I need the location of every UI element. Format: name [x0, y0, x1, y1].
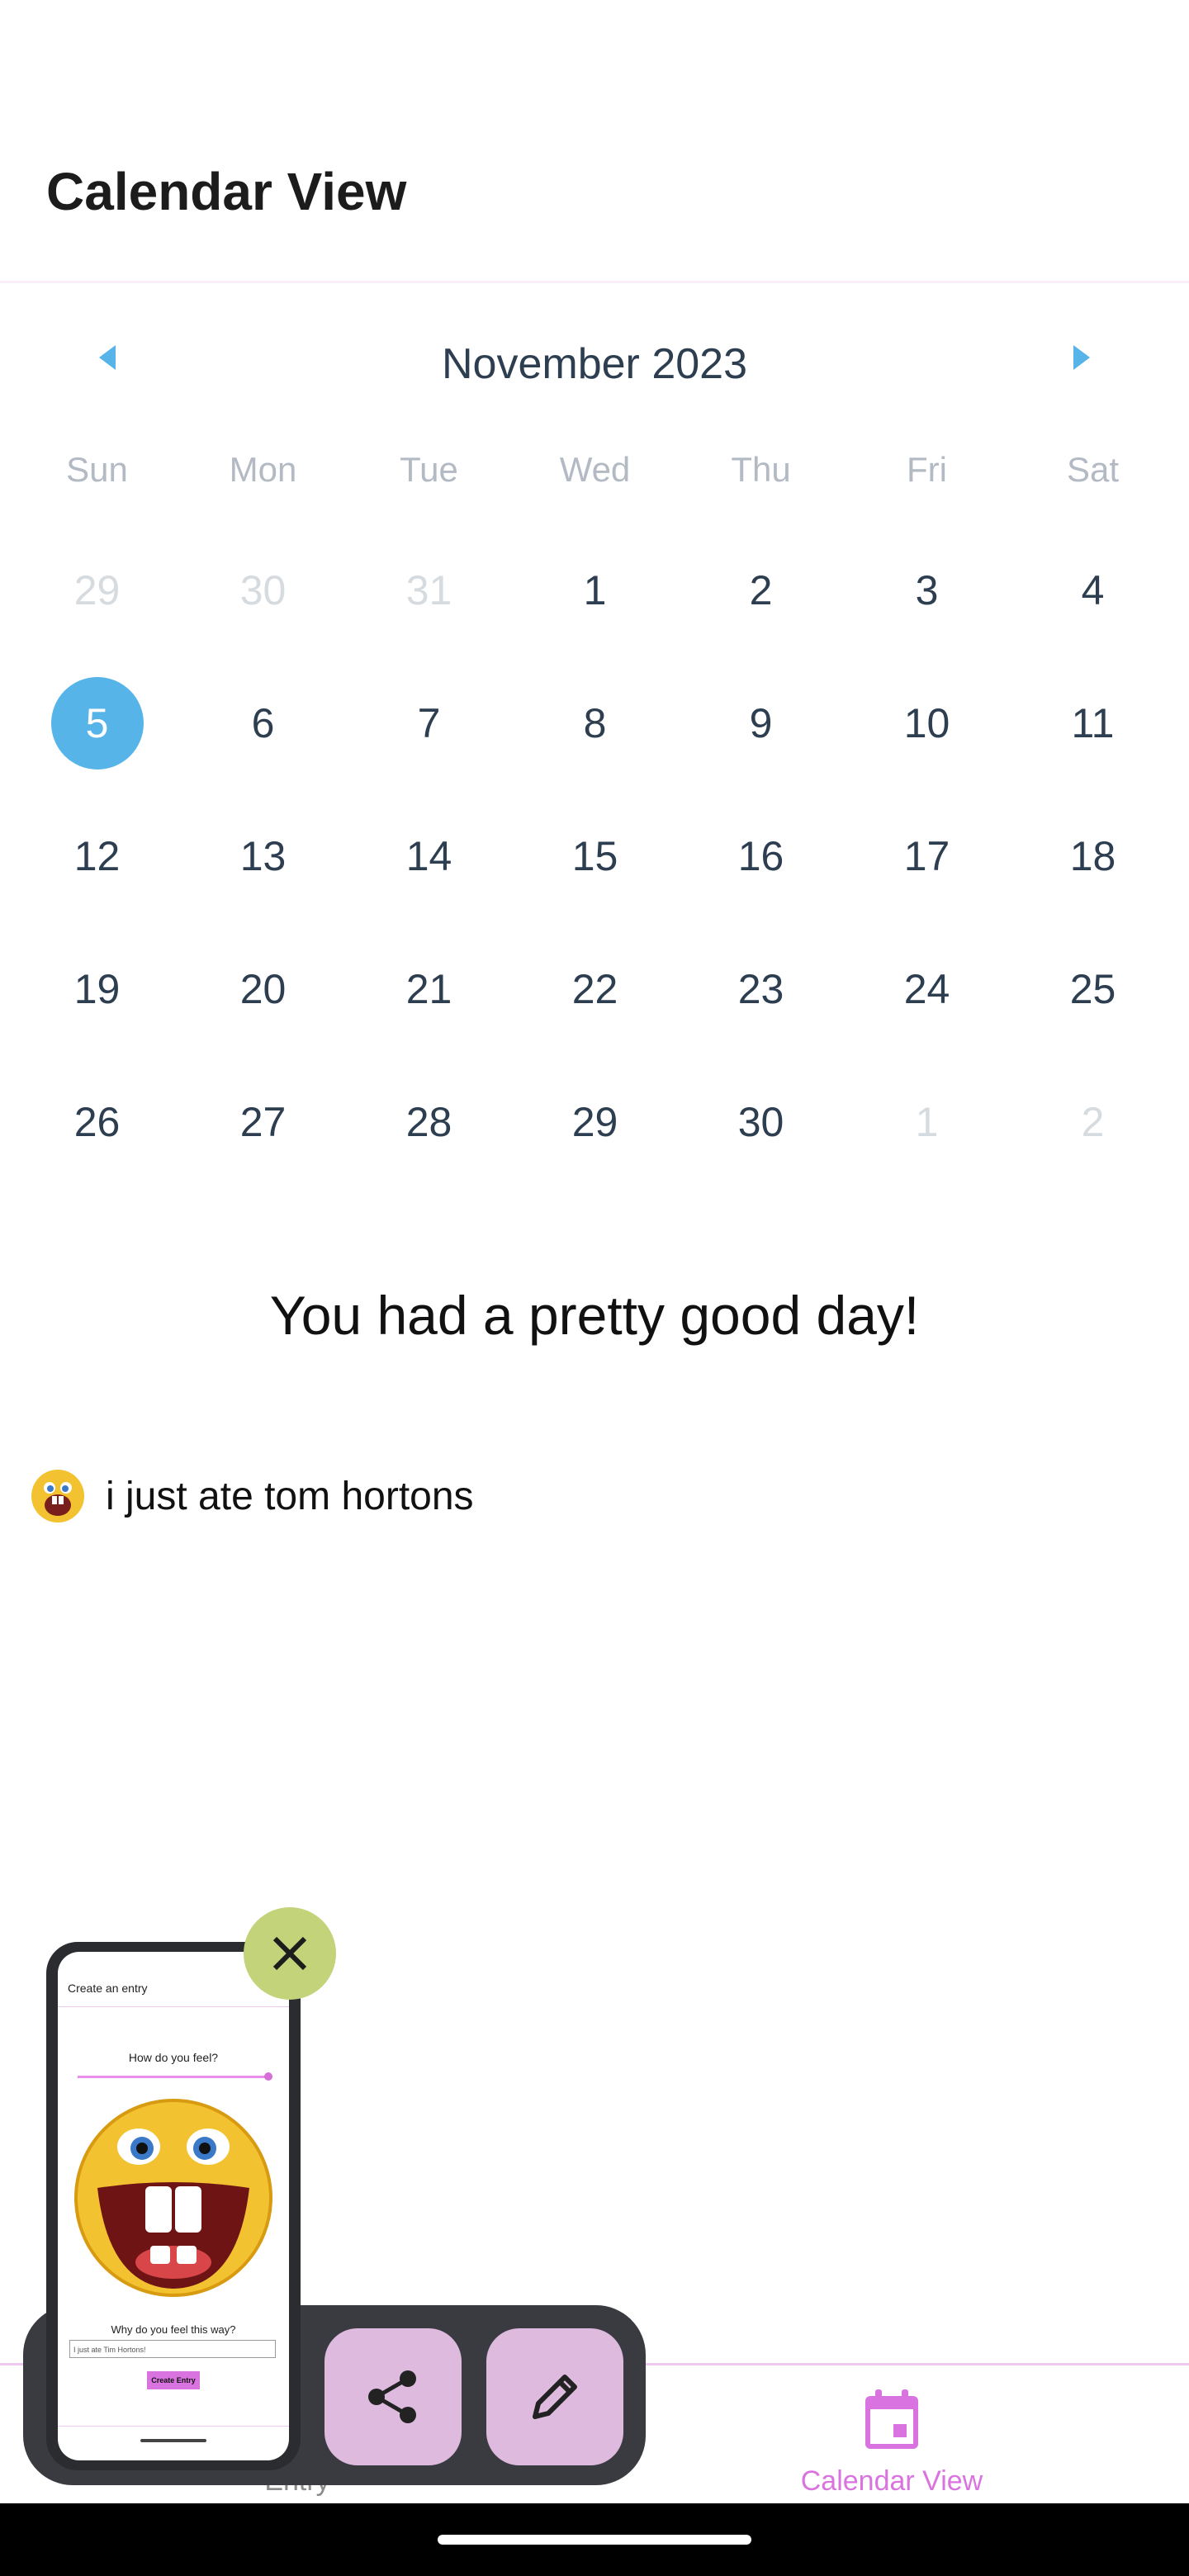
entry-list-item[interactable]: i just ate tom hortons [30, 1468, 474, 1524]
calendar-icon [865, 2389, 918, 2449]
calendar-day-outside[interactable]: 1 [844, 1056, 1010, 1188]
calendar-day[interactable]: 16 [678, 790, 844, 922]
calendar-week: 12 13 14 15 16 17 18 [14, 790, 1176, 922]
thumbnail-divider [58, 2006, 289, 2007]
calendar-day[interactable]: 18 [1010, 790, 1176, 922]
thumbnail-question: How do you feel? [128, 2051, 219, 2064]
calendar-day[interactable]: 21 [346, 923, 512, 1055]
thumbnail-home-handle [140, 2439, 206, 2442]
calendar-day[interactable]: 11 [1010, 657, 1176, 789]
calendar-day[interactable]: 1 [512, 524, 678, 656]
calendar-day-outside[interactable]: 30 [180, 524, 346, 656]
calendar-day-selected[interactable]: 5 [14, 657, 180, 789]
thumbnail-slider [78, 2076, 269, 2078]
thumbnail-why-label: Why do you feel this way? [111, 2323, 236, 2336]
close-icon [272, 1936, 307, 1971]
day-summary: You had a pretty good day! [269, 1285, 920, 1346]
weekday-label: Thu [731, 450, 791, 489]
calendar-day-outside[interactable]: 2 [1010, 1056, 1176, 1188]
next-month-button[interactable] [1057, 333, 1106, 382]
edit-button[interactable] [486, 2328, 623, 2465]
calendar-day-outside[interactable]: 29 [14, 524, 180, 656]
arrow-right-icon [1073, 345, 1090, 370]
calendar-day[interactable]: 19 [14, 923, 180, 1055]
tab-calendar-label: Calendar View [800, 2465, 983, 2497]
calendar-day[interactable]: 15 [512, 790, 678, 922]
calendar-day[interactable]: 6 [180, 657, 346, 789]
thumbnail-create-button: Create Entry [147, 2371, 200, 2389]
thumbnail-input: I just ate Tim Hortons! [69, 2340, 276, 2358]
calendar-week: 29 30 31 1 2 3 4 [14, 524, 1176, 656]
weekday-label: Mon [229, 450, 297, 489]
calendar-week: 26 27 28 29 30 1 2 [14, 1056, 1176, 1188]
app-header: Calendar View [0, 0, 1189, 283]
calendar-day[interactable]: 26 [14, 1056, 180, 1188]
laughing-emoji-icon [74, 2099, 272, 2297]
month-header: November 2023 [0, 326, 1189, 392]
calendar-week: 5 6 7 8 9 10 11 [14, 657, 1176, 789]
calendar-day[interactable]: 4 [1010, 524, 1176, 656]
tab-calendar-view[interactable]: Calendar View [760, 2365, 1024, 2506]
calendar-day[interactable]: 3 [844, 524, 1010, 656]
screenshot-thumbnail[interactable]: Create an entry How do you feel? Why do … [46, 1942, 301, 2470]
thumbnail-title: Create an entry [68, 1982, 148, 1995]
weekday-label: Tue [400, 450, 458, 489]
weekday-label: Sat [1066, 450, 1120, 489]
calendar-day[interactable]: 29 [512, 1056, 678, 1188]
calendar-day[interactable]: 9 [678, 657, 844, 789]
thumbnail-tab-divider [58, 2426, 289, 2427]
month-label: November 2023 [442, 340, 747, 388]
thumbnail-screen: Create an entry How do you feel? Why do … [58, 1952, 289, 2460]
home-gesture-handle[interactable] [438, 2535, 751, 2545]
pencil-icon [533, 2375, 577, 2419]
entry-text: i just ate tom hortons [106, 1474, 474, 1518]
calendar-day[interactable]: 17 [844, 790, 1010, 922]
calendar-day[interactable]: 14 [346, 790, 512, 922]
calendar-day-outside[interactable]: 31 [346, 524, 512, 656]
share-icon [368, 2370, 416, 2423]
calendar-day[interactable]: 24 [844, 923, 1010, 1055]
calendar-day[interactable]: 20 [180, 923, 346, 1055]
calendar-day[interactable]: 12 [14, 790, 180, 922]
weekday-label: Sun [66, 450, 128, 489]
page-title: Calendar View [46, 162, 407, 221]
calendar-day[interactable]: 7 [346, 657, 512, 789]
calendar-day[interactable]: 28 [346, 1056, 512, 1188]
share-button[interactable] [324, 2328, 462, 2465]
weekday-header: Sun Mon Tue Wed Thu Fri Sat [14, 450, 1176, 500]
calendar-day[interactable]: 2 [678, 524, 844, 656]
weekday-label: Wed [559, 450, 631, 489]
weekday-label: Fri [907, 450, 947, 489]
calendar-day[interactable]: 10 [844, 657, 1010, 789]
system-nav-bar [0, 2503, 1189, 2576]
calendar-day[interactable]: 25 [1010, 923, 1176, 1055]
thumbnail-slider-thumb [264, 2072, 272, 2081]
calendar-week: 19 20 21 22 23 24 25 [14, 923, 1176, 1055]
selected-day-label: 5 [50, 677, 144, 769]
close-preview-button[interactable] [244, 1907, 336, 2000]
calendar-day[interactable]: 13 [180, 790, 346, 922]
calendar-day[interactable]: 22 [512, 923, 678, 1055]
calendar-day[interactable]: 27 [180, 1056, 346, 1188]
calendar-day[interactable]: 30 [678, 1056, 844, 1188]
calendar-day[interactable]: 23 [678, 923, 844, 1055]
laughing-emoji-icon [31, 1470, 84, 1522]
calendar-day[interactable]: 8 [512, 657, 678, 789]
